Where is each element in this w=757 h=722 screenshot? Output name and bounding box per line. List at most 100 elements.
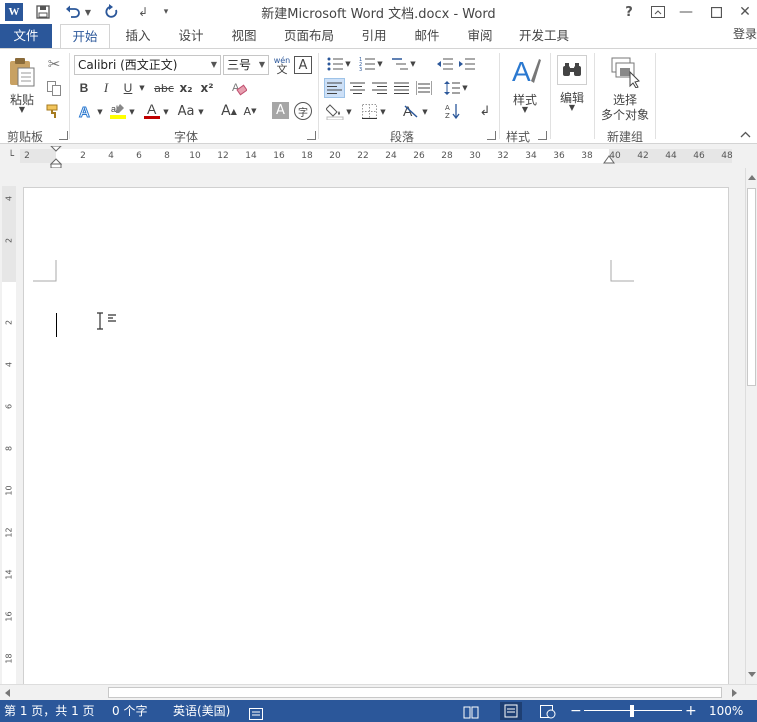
bullets-icon[interactable] <box>326 55 344 73</box>
tab-home[interactable]: 开始 <box>60 24 110 49</box>
paste-icon[interactable] <box>6 55 38 89</box>
justify-icon[interactable] <box>391 78 412 98</box>
tab-review[interactable]: 审阅 <box>458 24 502 48</box>
shading-dropdown-icon[interactable]: ▼ <box>345 103 353 121</box>
font-size-combo[interactable]: 三号 ▼ <box>223 55 269 75</box>
login-link[interactable]: 登录 <box>733 24 757 44</box>
numbering-dropdown-icon[interactable]: ▼ <box>376 55 384 73</box>
scroll-left-icon[interactable] <box>4 689 10 697</box>
save-icon[interactable] <box>34 3 52 21</box>
undo-icon[interactable] <box>64 3 82 21</box>
zoom-in-icon[interactable]: + <box>685 700 697 722</box>
tab-page-layout[interactable]: 页面布局 <box>278 24 340 48</box>
vertical-ruler[interactable]: 4 2 2 4 6 8 10 12 14 16 18 <box>2 186 16 684</box>
phonetic-guide-icon[interactable]: wén 文 <box>272 54 292 76</box>
zoom-level[interactable]: 100% <box>709 700 743 722</box>
scroll-down-icon[interactable] <box>748 672 756 678</box>
find-binoculars-icon[interactable] <box>557 55 587 85</box>
italic-button[interactable]: I <box>98 79 114 97</box>
right-indent-marker-icon[interactable] <box>603 155 615 164</box>
macro-record-icon[interactable] <box>249 705 263 722</box>
change-case-button[interactable]: Aa <box>175 101 197 121</box>
vertical-scroll-thumb[interactable] <box>747 188 756 386</box>
horizontal-scrollbar[interactable] <box>0 684 757 700</box>
horizontal-ruler[interactable]: 2 2 4 6 8 10 12 14 16 18 20 22 24 26 28 … <box>20 146 733 168</box>
horizontal-scroll-thumb[interactable] <box>108 687 722 698</box>
highlight-dropdown-icon[interactable]: ▼ <box>128 103 136 121</box>
customize-qat-icon[interactable]: ▾ <box>160 3 172 21</box>
scroll-right-icon[interactable] <box>732 689 738 697</box>
tab-view[interactable]: 视图 <box>222 24 266 48</box>
bold-button[interactable]: B <box>76 79 92 97</box>
clipboard-launcher-icon[interactable] <box>59 131 68 140</box>
borders-icon[interactable] <box>359 101 379 121</box>
tab-stop-selector-icon[interactable]: └ <box>4 149 18 163</box>
line-spacing-icon[interactable] <box>443 78 461 98</box>
redo-icon[interactable] <box>103 3 121 21</box>
minimize-icon[interactable]: — <box>678 3 694 21</box>
editing-dropdown-icon[interactable]: ▼ <box>553 103 591 112</box>
select-objects-line2[interactable]: 多个对象 <box>596 106 654 123</box>
align-right-icon[interactable] <box>369 78 390 98</box>
page-count[interactable]: 第 1 页，共 1 页 <box>4 700 95 722</box>
maximize-icon[interactable] <box>708 3 724 21</box>
borders-dropdown-icon[interactable]: ▼ <box>379 103 387 121</box>
show-marks-icon[interactable]: ↲ <box>476 101 494 121</box>
paste-dropdown-icon[interactable]: ▼ <box>4 105 40 114</box>
superscript-button[interactable]: x² <box>198 79 216 97</box>
char-shading-button[interactable]: A <box>272 102 289 119</box>
enclose-characters-button[interactable]: 字 <box>294 102 312 120</box>
styles-dropdown-icon[interactable]: ▼ <box>506 105 544 114</box>
tab-developer[interactable]: 开发工具 <box>513 24 575 48</box>
text-effects-dropdown-icon[interactable]: ▼ <box>96 103 104 121</box>
font-launcher-icon[interactable] <box>307 131 316 140</box>
scroll-up-icon[interactable] <box>748 174 756 180</box>
shrink-font-button[interactable]: A ▼ <box>242 101 258 121</box>
char-border-icon[interactable]: A <box>294 56 312 74</box>
multilevel-dropdown-icon[interactable]: ▼ <box>409 55 417 73</box>
zoom-slider-thumb[interactable] <box>630 705 634 717</box>
tab-insert[interactable]: 插入 <box>116 24 160 48</box>
clear-formatting-icon[interactable]: A <box>230 79 248 97</box>
font-name-combo[interactable]: Calibri (西文正文) ▼ <box>74 55 221 75</box>
vertical-scrollbar[interactable] <box>745 168 757 684</box>
underline-button[interactable]: U <box>120 79 136 97</box>
font-color-icon[interactable]: A <box>142 101 162 121</box>
sort-icon[interactable]: AZ <box>443 101 463 121</box>
multilevel-list-icon[interactable] <box>391 55 409 73</box>
ribbon-display-icon[interactable] <box>650 3 666 21</box>
line-spacing-dropdown-icon[interactable]: ▼ <box>461 78 469 98</box>
help-icon[interactable]: ? <box>621 3 637 21</box>
change-case-dropdown-icon[interactable]: ▼ <box>197 103 205 121</box>
tab-design[interactable]: 设计 <box>169 24 213 48</box>
tab-file[interactable]: 文件 <box>0 24 52 48</box>
underline-dropdown-icon[interactable]: ▼ <box>137 79 147 97</box>
format-painter-icon[interactable] <box>45 102 63 120</box>
chinese-layout-icon[interactable]: A <box>401 101 421 121</box>
paragraph-launcher-icon[interactable] <box>487 131 496 140</box>
shading-icon[interactable] <box>325 101 345 121</box>
font-color-dropdown-icon[interactable]: ▼ <box>162 103 170 121</box>
subscript-button[interactable]: x₂ <box>177 79 195 97</box>
bullets-dropdown-icon[interactable]: ▼ <box>344 55 352 73</box>
word-count[interactable]: 0 个字 <box>112 700 147 722</box>
language-status[interactable]: 英语(美国) <box>173 700 230 722</box>
word-logo-icon[interactable]: W <box>5 3 23 21</box>
undo-dropdown-icon[interactable]: ▼ <box>83 3 93 21</box>
web-layout-icon[interactable] <box>540 704 556 722</box>
strikethrough-button[interactable]: abc <box>152 79 176 97</box>
align-center-icon[interactable] <box>347 78 368 98</box>
cut-icon[interactable]: ✂ <box>45 55 63 73</box>
tab-mailings[interactable]: 邮件 <box>405 24 449 48</box>
align-left-icon[interactable] <box>324 78 345 98</box>
increase-indent-icon[interactable] <box>458 55 476 73</box>
styles-icon[interactable]: A <box>508 54 542 90</box>
numbering-icon[interactable]: 123 <box>358 55 376 73</box>
collapse-ribbon-icon[interactable] <box>738 127 752 141</box>
format-painter-qat-icon[interactable]: ↲ <box>135 3 151 21</box>
chinese-layout-dropdown-icon[interactable]: ▼ <box>421 103 429 121</box>
read-mode-icon[interactable] <box>463 704 479 722</box>
select-objects-icon[interactable] <box>608 55 642 89</box>
close-icon[interactable]: ✕ <box>737 3 753 21</box>
distributed-icon[interactable] <box>413 78 434 98</box>
